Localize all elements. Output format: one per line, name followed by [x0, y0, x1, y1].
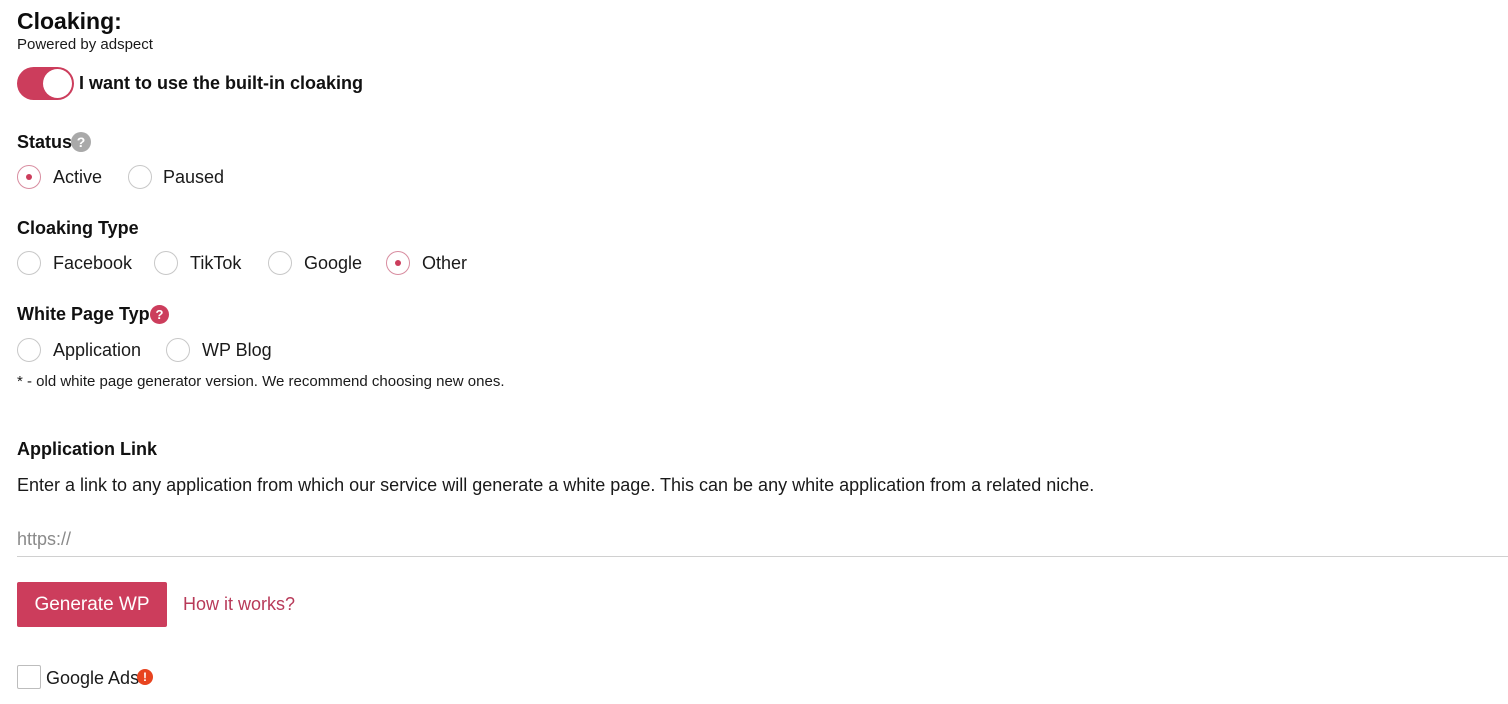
white-page-type-help-icon[interactable]: ?	[150, 305, 169, 324]
cloaking-type-radio-tiktok[interactable]	[154, 251, 178, 275]
status-label: Status	[17, 132, 73, 152]
cloaking-type-radio-google[interactable]	[268, 251, 292, 275]
cloaking-type-tiktok-label[interactable]: TikTok	[190, 252, 241, 274]
cloaking-type-other-label[interactable]: Other	[422, 252, 467, 274]
cloaking-type-radio-facebook[interactable]	[17, 251, 41, 275]
status-radio-paused[interactable]	[128, 165, 152, 189]
application-link-description: Enter a link to any application from whi…	[17, 475, 1095, 495]
google-ads-label[interactable]: Google Ads	[46, 667, 139, 689]
google-ads-checkbox[interactable]	[17, 665, 41, 689]
toggle-knob	[43, 69, 72, 98]
application-link-label: Application Link	[17, 439, 158, 459]
page-subtitle: Powered by adspect	[17, 36, 153, 53]
how-it-works-link[interactable]: How it works?	[183, 593, 295, 615]
white-page-application-label[interactable]: Application	[53, 339, 141, 361]
cloaking-type-google-label[interactable]: Google	[304, 252, 362, 274]
white-page-radio-wp-blog[interactable]	[166, 338, 190, 362]
cloaking-type-label: Cloaking Type	[17, 218, 139, 238]
status-option-paused-label[interactable]: Paused	[163, 166, 224, 188]
status-radio-active[interactable]	[17, 165, 41, 189]
cloaking-type-radio-other[interactable]	[386, 251, 410, 275]
white-page-type-label: White Page Type	[17, 304, 160, 324]
cloaking-type-facebook-label[interactable]: Facebook	[53, 252, 132, 274]
cloaking-toggle[interactable]	[17, 67, 74, 100]
google-ads-alert-icon[interactable]: !	[137, 669, 153, 685]
status-option-active-label[interactable]: Active	[53, 166, 102, 188]
page-title: Cloaking:	[17, 8, 122, 34]
white-page-radio-application[interactable]	[17, 338, 41, 362]
cloaking-settings-panel: Cloaking: Powered by adspect I want to u…	[0, 0, 1508, 704]
application-link-input[interactable]	[17, 522, 1508, 557]
white-page-note: * - old white page generator version. We…	[17, 373, 505, 390]
cloaking-toggle-label[interactable]: I want to use the built-in cloaking	[79, 72, 363, 94]
white-page-wp-blog-label[interactable]: WP Blog	[202, 339, 272, 361]
status-help-icon[interactable]: ?	[71, 132, 91, 152]
generate-wp-button[interactable]: Generate WP	[17, 582, 167, 627]
